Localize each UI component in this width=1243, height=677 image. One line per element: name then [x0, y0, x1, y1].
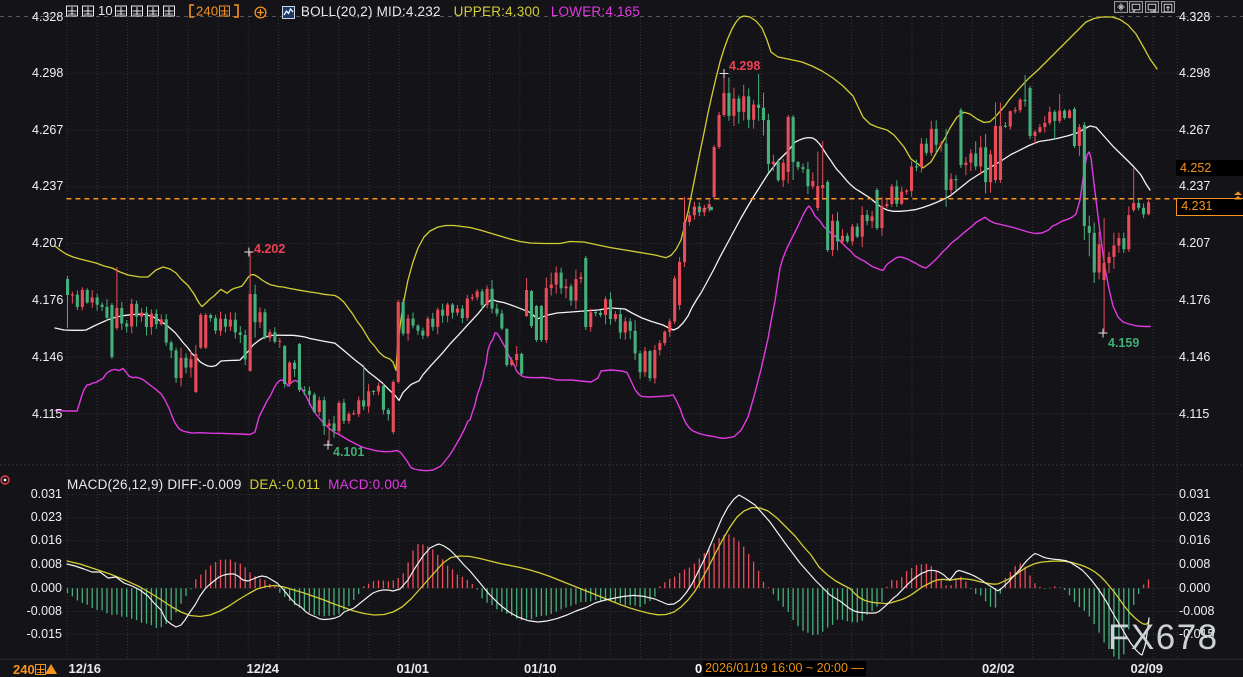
svg-text:240: 240 [196, 4, 218, 18]
svg-text:10: 10 [98, 4, 113, 18]
svg-text:4.101: 4.101 [333, 445, 364, 459]
svg-text:4.202: 4.202 [254, 242, 285, 256]
svg-text:4.159: 4.159 [1108, 336, 1139, 350]
svg-text:4.298: 4.298 [729, 59, 760, 73]
